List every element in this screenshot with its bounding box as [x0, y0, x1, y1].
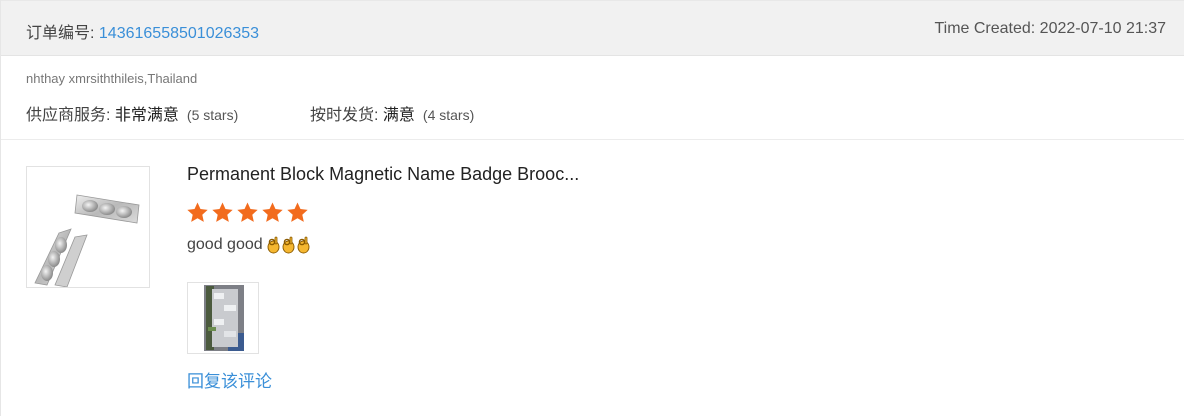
product-title[interactable]: Permanent Block Magnetic Name Badge Broo… — [187, 164, 579, 185]
order-id-link[interactable]: 143616558501026353 — [99, 25, 259, 42]
rating-stars-text: (5 stars) — [186, 107, 239, 123]
supplier-service-rating: 供应商服务: 非常满意 (5 stars) — [26, 101, 238, 125]
time-created: Time Created: 2022-07-10 21:37 — [934, 20, 1166, 37]
buyer-name-location: nhthay xmrsiththileis,Thailand — [26, 71, 198, 86]
order-header: 订单编号: 143616558501026353 Time Created: 2… — [1, 0, 1184, 56]
on-time-delivery-rating: 按时发货: 满意 (4 stars) — [310, 101, 474, 125]
rating-level: 满意 — [382, 107, 415, 124]
ok-hand-emojis — [266, 236, 311, 254]
review-card: 订单编号: 143616558501026353 Time Created: 2… — [0, 0, 1184, 416]
magnetic-badge-image — [34, 194, 140, 287]
review-photo — [188, 283, 258, 353]
order-number: 订单编号: 143616558501026353 — [26, 19, 259, 43]
star-icon — [212, 202, 233, 222]
star-icon — [187, 202, 208, 222]
order-number-label: 订单编号: — [26, 25, 99, 42]
ok-hand-icon — [267, 236, 280, 254]
ok-hand-icon — [297, 236, 310, 254]
star-icon — [262, 202, 283, 222]
review-text: good good — [187, 236, 263, 253]
product-star-rating — [186, 201, 309, 224]
star-icon — [287, 202, 308, 222]
rating-stars-text: (4 stars) — [422, 107, 475, 123]
divider — [1, 139, 1184, 140]
review-text-row: good good — [187, 236, 311, 254]
star-icon — [237, 202, 258, 222]
product-thumbnail[interactable] — [26, 166, 150, 288]
rating-level: 非常满意 — [114, 107, 179, 124]
rating-label: 供应商服务: — [26, 107, 115, 124]
reply-review-link[interactable]: 回复该评论 — [187, 367, 272, 392]
ok-hand-icon — [282, 236, 295, 254]
review-photo-thumbnail[interactable] — [187, 282, 259, 354]
rating-label: 按时发货: — [310, 107, 383, 124]
